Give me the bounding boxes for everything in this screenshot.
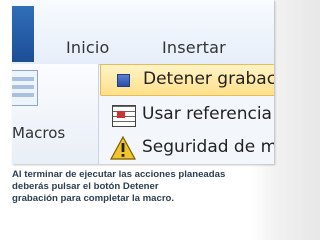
caption-line: deberás pulsar el botón Detener bbox=[12, 181, 159, 192]
relative-reference-icon bbox=[112, 105, 136, 127]
menu-item-stop-recording[interactable]: Detener grabaci bbox=[100, 64, 274, 96]
tab-inicio[interactable]: Inicio bbox=[66, 38, 110, 57]
warning-icon bbox=[110, 136, 136, 160]
menu-item-relative-reference[interactable]: Usar referencia bbox=[100, 100, 274, 130]
menu-item-label: Detener grabaci bbox=[143, 69, 274, 89]
tab-insertar[interactable]: Insertar bbox=[162, 38, 226, 57]
ribbon-tab-bar: Inicio Insertar bbox=[12, 0, 274, 65]
caption-line: grabación para completar la macro. bbox=[12, 193, 175, 204]
caption-text: Al terminar de ejecutar las acciones pla… bbox=[12, 169, 274, 205]
macros-group: Macros bbox=[12, 64, 99, 164]
excel-screenshot: Inicio Insertar Macros Detener grabaci U… bbox=[12, 0, 274, 164]
stop-recording-icon bbox=[117, 74, 130, 87]
macros-icon[interactable] bbox=[12, 70, 38, 106]
menu-item-macro-security[interactable]: Seguridad de m bbox=[100, 133, 274, 163]
macros-label[interactable]: Macros bbox=[12, 124, 65, 142]
file-tab[interactable] bbox=[12, 6, 34, 62]
menu-item-label: Seguridad de m bbox=[142, 137, 274, 157]
caption-line: Al terminar de ejecutar las acciones pla… bbox=[12, 169, 226, 180]
menu-item-label: Usar referencia bbox=[142, 104, 272, 124]
